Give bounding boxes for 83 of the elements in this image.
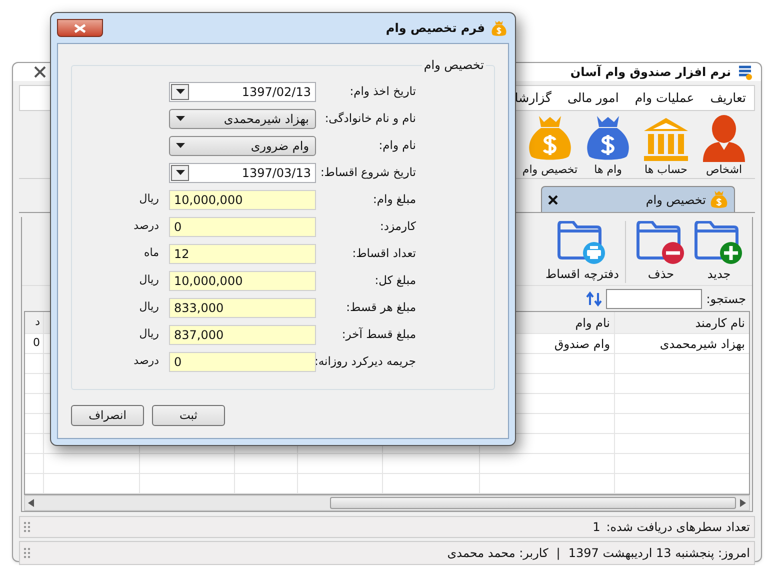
unit-label: ریال (139, 299, 159, 316)
dialog-button[interactable]: ثبت (152, 405, 225, 426)
menu-item[interactable]: تعاریف (702, 88, 754, 108)
field-label: تاریخ اخذ وام: (348, 82, 416, 100)
money-bag-icon (527, 114, 573, 162)
date-picker[interactable]: 1397/02/13 (169, 82, 316, 102)
toolbar-button[interactable]: دفترچه اقساط (543, 221, 621, 283)
status-label: تعداد سطرهای دریافت شده: (606, 519, 750, 536)
dropdown[interactable]: بهزاد شیرمحمدی (169, 108, 316, 128)
unit-label: ریال (139, 272, 159, 288)
search-field[interactable] (606, 288, 702, 308)
caret-icon (176, 89, 184, 94)
folder-plus-icon (694, 221, 744, 265)
user-text: کاربر: محمد محمدی (446, 545, 548, 562)
unit-label: ماه (144, 245, 159, 262)
date-value: 1397/03/13 (240, 164, 312, 182)
input-field[interactable]: 0 (169, 352, 316, 372)
caret-icon (176, 116, 185, 121)
unit-label: ریال (139, 326, 159, 342)
ribbon-button[interactable]: اشخاص (695, 114, 753, 178)
ribbon-button[interactable]: حساب ها (637, 114, 695, 178)
separator-text: | (556, 545, 560, 562)
menu-item[interactable]: عملیات وام (626, 88, 702, 108)
input-field[interactable]: 12 (169, 244, 316, 264)
field-label: تاریخ شروع اقساط: (319, 164, 416, 181)
field-label: مبلغ کل: (374, 272, 416, 289)
arrows-icon[interactable] (586, 290, 602, 306)
toolbar-button[interactable]: حذف (625, 221, 688, 283)
input-field[interactable]: 833,000 (169, 298, 316, 318)
field-label: مبلغ هر قسط: (345, 298, 416, 316)
size-grip-icon (24, 548, 32, 558)
input-field[interactable]: 0 (169, 216, 316, 236)
field-label: مبلغ وام: (372, 190, 416, 208)
group-title: تخصیص وام (422, 57, 485, 74)
date-picker[interactable]: 1397/03/13 (169, 162, 316, 182)
ribbon-button[interactable]: تخصیص وام (521, 114, 579, 178)
size-grip-icon (24, 522, 32, 532)
toolbar-button[interactable]: جدید (692, 221, 746, 283)
search-label: جستجو: (706, 290, 746, 308)
date-text: امروز: پنجشنبه 13 اردیبهشت 1397 (568, 545, 750, 562)
unit-label: ریال (139, 191, 159, 208)
dialog-button[interactable]: انصراف (71, 405, 144, 426)
field-label: تعداد اقساط: (351, 244, 416, 262)
close-icon (74, 24, 86, 32)
unit-label: درصد (134, 353, 159, 370)
input-field[interactable]: 10,000,000 (169, 190, 316, 210)
person-icon (701, 114, 747, 162)
scroll-right-icon[interactable] (740, 499, 746, 507)
unit-label: درصد (134, 218, 159, 234)
folder-printer-icon (557, 221, 608, 265)
table-cell-text: 0 (32, 335, 41, 352)
column-header: د (34, 314, 41, 330)
dropdown[interactable]: وام ضروری (169, 136, 316, 156)
date-value: 1397/02/13 (240, 84, 312, 100)
field-label: جریمه دیرکرد روزانه: (316, 352, 416, 370)
scroll-left-icon[interactable] (28, 499, 34, 507)
app-logo-icon (737, 64, 753, 80)
field-label: نام و نام خانوادگی: (324, 110, 416, 127)
tab[interactable]: تخصیص وام (541, 186, 735, 212)
window-title: نرم افزار صندوق وام آسان (570, 64, 731, 81)
field-label: نام وام: (378, 136, 416, 154)
money-bag-icon (710, 190, 728, 209)
menu-item[interactable]: امور مالی (559, 88, 627, 108)
ribbon-button[interactable]: وام ها (579, 114, 637, 178)
close-icon[interactable] (33, 66, 47, 78)
field-label: کارمزد: (378, 218, 416, 235)
field-label: مبلغ قسط آخر: (340, 326, 416, 343)
dialog-title: فرم تخصیص وام (384, 20, 485, 37)
close-icon[interactable] (548, 194, 558, 204)
row-count: 1 (592, 519, 600, 536)
close-button[interactable] (57, 19, 103, 37)
caret-icon (176, 143, 185, 148)
horizontal-scrollbar[interactable] (24, 495, 750, 511)
money-bag-icon (585, 114, 631, 162)
dropdown-button[interactable] (171, 84, 189, 100)
money-bag-icon (491, 20, 507, 36)
caret-icon (176, 170, 184, 175)
folder-minus-icon (636, 221, 686, 265)
column-header: نام کارمند (614, 312, 749, 333)
input-field[interactable]: 837,000 (169, 324, 316, 344)
input-field[interactable]: 10,000,000 (169, 270, 316, 290)
table-cell: بهزاد شیرمحمدی (614, 334, 749, 353)
dropdown-button[interactable] (171, 164, 189, 180)
